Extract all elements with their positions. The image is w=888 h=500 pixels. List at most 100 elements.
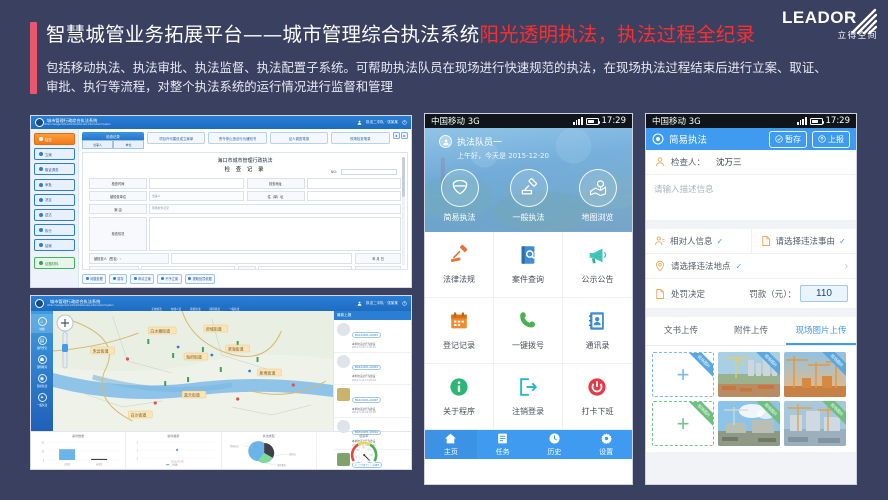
form-input-time[interactable] <box>149 178 244 189</box>
tab-sub-unit[interactable]: 单位 <box>113 140 144 149</box>
tab-next-button[interactable]: ► <box>401 132 408 139</box>
map-sidebar-item-1[interactable]: ▤ 案件登记 <box>31 333 53 352</box>
hero-action-simple[interactable]: 简易执法 <box>432 169 488 223</box>
fine-input[interactable]: 110 <box>800 285 848 302</box>
tab-stop-notice[interactable]: 责令停止违法行为通知书 <box>208 132 267 145</box>
tab-inspection-record[interactable]: 检查记录 当事人 单位 <box>82 132 144 149</box>
status-bar: 中国移动 3G 17:29 <box>425 114 632 128</box>
sidebar-item-label: 立案 <box>45 152 52 157</box>
title-main: 智慧城管业务拓展平台——城市管理综合执法系统 <box>46 23 480 46</box>
map-sidebar-item-3[interactable]: ◉ 简易执法 <box>31 371 53 390</box>
menu-item-announcement[interactable]: 公示公告 <box>562 232 632 298</box>
map-sidebar-item-2[interactable]: ☗ 现场教育 <box>31 352 53 371</box>
menu-item-laws[interactable]: 法律法规 <box>425 232 494 298</box>
tab-history[interactable]: 历史 <box>529 430 581 459</box>
tab-scene-photo-upload[interactable]: 现场图片上传 <box>786 317 856 345</box>
menu-item-contacts[interactable]: 通讯录 <box>562 298 632 364</box>
bottom-tabbar: 主页 任务 历史 设置 <box>425 430 632 459</box>
menu-item-label: 一键拨号 <box>511 341 544 350</box>
upload-photo-3[interactable]: 现场图片 <box>718 401 780 446</box>
menu-item-case-query[interactable]: 案件查询 <box>493 232 563 298</box>
inspector-row[interactable]: 检查人： 沈万三 <box>646 150 856 175</box>
tab-witness-record[interactable]: 证人调查笔录 <box>269 132 329 145</box>
submit-button[interactable]: 上报 <box>812 130 850 148</box>
doc-icon <box>761 236 770 246</box>
penalty-row[interactable]: 处罚决定 罚款（元）： 110 <box>646 279 856 309</box>
form-scrollbar-thumb[interactable] <box>402 156 405 197</box>
form-no-field[interactable]: NO： <box>331 168 397 175</box>
save-draft-button[interactable]: 暂存 <box>769 130 807 148</box>
hero-action-general[interactable]: 一般执法 <box>501 169 557 223</box>
form-input-situation[interactable] <box>149 216 401 251</box>
tab-sub-party[interactable]: 当事人 <box>82 140 113 149</box>
menu-item-dial[interactable]: 一键拨号 <box>493 298 563 364</box>
map-sidebar-item-4[interactable]: ✦ 一般执法 <box>31 390 53 409</box>
sidebar-item-2[interactable]: 取证调查 <box>34 163 75 176</box>
sidebar-item-4[interactable]: 决定 <box>34 193 75 206</box>
form-input-unit[interactable]: 当事人 <box>149 191 244 202</box>
map-panel-item[interactable]: BGS14021-A0004 本单校违法行为建设 2016-3-14 17:25… <box>334 320 411 353</box>
item-code: BGS14021-A0007 <box>352 397 381 403</box>
form-input-inspector-1[interactable] <box>141 266 235 269</box>
form-input-address[interactable] <box>306 178 401 189</box>
map-zoom-control[interactable] <box>56 314 74 372</box>
btn-apply-case[interactable]: 申请立案 <box>130 273 155 284</box>
sidebar-item-1[interactable]: 立案 <box>34 148 75 161</box>
btn-reject-case[interactable]: 不予立案 <box>157 273 182 284</box>
phone-icon <box>520 312 536 328</box>
menu-item-register[interactable]: 登记记录 <box>425 298 494 364</box>
tab-document-upload[interactable]: 文书上传 <box>646 317 716 345</box>
pie-label-general: 一般执法 <box>287 452 297 456</box>
violation-reason-row[interactable]: 请选择违法事由 ✓ <box>752 229 857 253</box>
power-icon[interactable] <box>402 120 407 125</box>
map-sidebar-item-0[interactable]: ⌂ 地图 <box>31 314 53 333</box>
tab-prev-button[interactable]: ◄ <box>392 132 400 139</box>
form-no-input[interactable] <box>341 168 397 175</box>
sidebar-item-7[interactable]: 结案 <box>34 239 75 252</box>
sidebar-item-0[interactable]: 检查 <box>34 133 75 145</box>
btn-extract-basis[interactable]: 提取处罚依据 <box>184 273 216 284</box>
menu-item-about[interactable]: 关于程序 <box>425 364 494 430</box>
tab-attachment-upload[interactable]: 附件上传 <box>716 317 786 345</box>
description-input[interactable]: 请输入描述信息 <box>646 175 856 221</box>
upload-photo-4[interactable]: 现场图片 <box>784 401 846 446</box>
sidebar-item-3[interactable]: 审批 <box>34 178 75 191</box>
menu-item-clock-out[interactable]: 打卡下班 <box>562 364 632 430</box>
form-scrollbar[interactable] <box>402 156 405 265</box>
clipboard-icon: ◉ <box>37 373 47 383</box>
clock-label: 17:29 <box>601 116 627 126</box>
tab-home[interactable]: 主页 <box>425 430 477 459</box>
shield-glyph <box>452 179 467 195</box>
upload-photo-1[interactable]: 现场图片 <box>718 352 780 397</box>
form-input-residence[interactable] <box>306 191 401 202</box>
party-info-row[interactable]: 相对人信息 ✓ <box>646 229 752 253</box>
sidebar-item-6[interactable]: 执行 <box>34 224 75 237</box>
btn-handle-issue[interactable]: 问题处理 <box>82 273 107 284</box>
sidebar-item-8[interactable]: 证据材料 <box>34 257 75 270</box>
form-input-inspector-2[interactable] <box>258 266 352 269</box>
tab-tasks[interactable]: 任务 <box>477 430 529 459</box>
tab-settings[interactable]: 设置 <box>580 430 632 459</box>
map-panel-item[interactable]: BGS14021-A0003 本单校违法行为建设 2016-3-14 17:25… <box>334 353 411 385</box>
map-panel-item[interactable]: BGS14021-A0007 本单校违法行为建设 2016-3-14 16:50… <box>334 385 411 418</box>
upload-photo-2[interactable]: 现场图片 <box>784 352 846 397</box>
menu-item-logout[interactable]: 注销登录 <box>493 364 563 430</box>
chart-enforcement-type-title: 执法类型 <box>262 433 275 438</box>
tab-scene-record[interactable]: 现场检查笔录 <box>331 132 390 145</box>
sidebar-item-5[interactable]: 送达 <box>34 208 75 221</box>
hero-action-map[interactable]: 地图浏览 <box>570 169 626 223</box>
upload-add-blue[interactable]: + 现场图片 <box>652 352 714 397</box>
form-input-cause[interactable]: 现场检查记录 <box>149 204 401 215</box>
titlebar-user-area[interactable]: 执法二中队 · 张某某 <box>357 120 407 125</box>
btn-handle-issue-label: 问题处理 <box>90 277 103 282</box>
form-input-signature[interactable] <box>171 253 352 264</box>
btn-save-draft[interactable]: 暂存 <box>109 273 128 284</box>
upload-add-green[interactable]: + 现场图片 <box>652 401 714 446</box>
power-icon[interactable] <box>402 301 407 306</box>
tab-label: 历史 <box>547 448 562 456</box>
map-canvas[interactable]: 白水塘街道 府城街道 朱云街道 滨海街道 海府街道 新埠街道 蓝天街道 白沙街道 <box>53 311 333 431</box>
megaphone-icon <box>590 248 607 264</box>
violation-location-row[interactable]: 请选择违法地点 ✓ › <box>646 254 856 279</box>
tab-permit-doc[interactable]: 项目许可建设或立案单 <box>147 132 206 145</box>
map-titlebar-user-area[interactable]: 执法二中队 · 张某某 <box>357 301 407 306</box>
